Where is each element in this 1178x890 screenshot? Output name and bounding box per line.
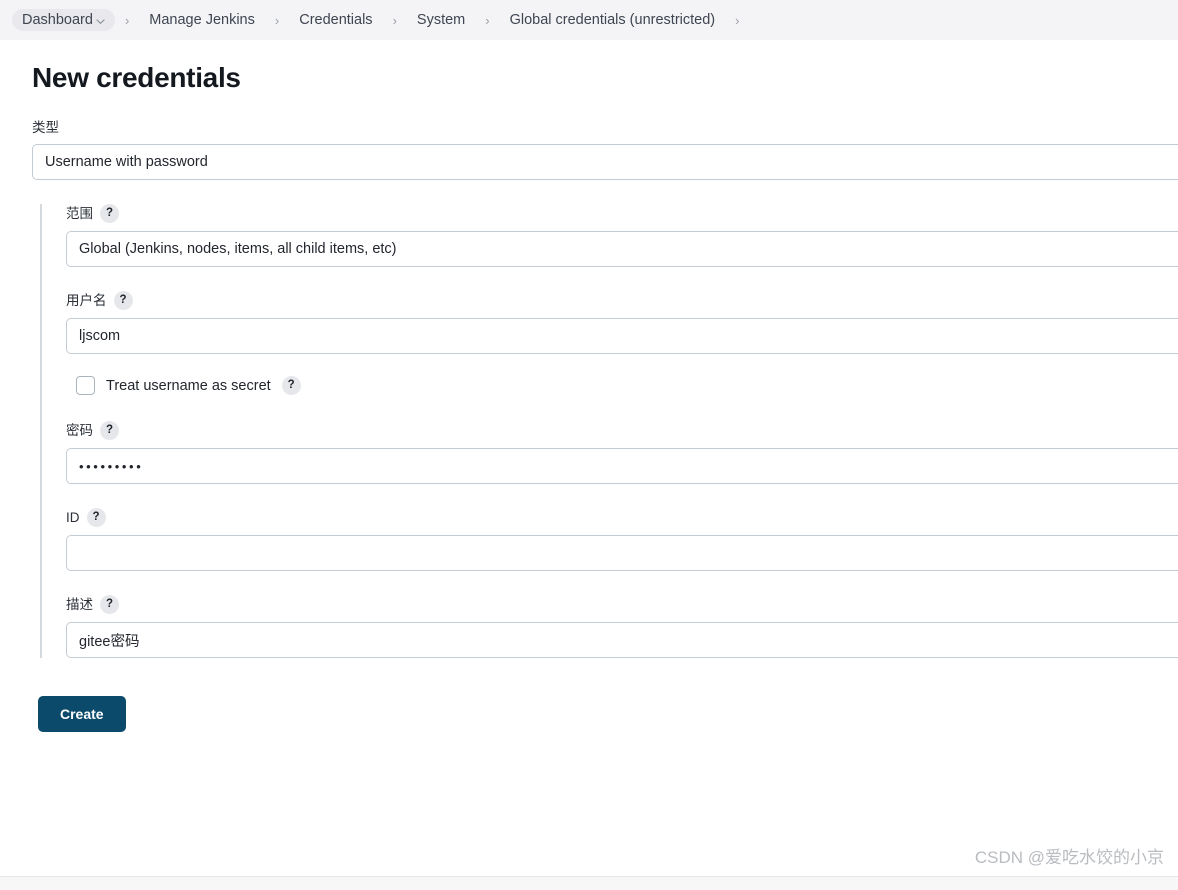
- page-title: New credentials: [32, 62, 241, 93]
- breadcrumb-item-label: Credentials: [299, 11, 373, 28]
- form-actions: Create: [38, 696, 1178, 733]
- password-input[interactable]: •••••••••: [66, 448, 1178, 485]
- breadcrumb-separator-icon: ›: [485, 12, 490, 28]
- help-icon[interactable]: ?: [86, 508, 106, 528]
- treat-username-as-secret-checkbox[interactable]: [76, 376, 95, 396]
- type-select[interactable]: [32, 144, 1178, 181]
- field-username: 用户名 ?: [66, 291, 1178, 355]
- create-button[interactable]: Create: [38, 696, 126, 733]
- field-label-id: ID ?: [66, 508, 1178, 528]
- field-password: 密码 ? •••••••••: [66, 421, 1178, 485]
- credential-details-group: 范围 ? 用户名 ? Treat username as secret ? 密码…: [40, 204, 1178, 659]
- field-label-text: 类型: [32, 120, 59, 135]
- breadcrumb-item-dashboard[interactable]: Dashboard: [12, 8, 115, 32]
- chevron-down-icon[interactable]: [96, 17, 105, 26]
- help-icon[interactable]: ?: [281, 376, 301, 396]
- field-label-text: 范围: [66, 205, 93, 221]
- breadcrumb-item-global-credentials[interactable]: Global credentials (unrestricted): [500, 9, 726, 32]
- password-masked-value: •••••••••: [79, 458, 144, 474]
- treat-username-as-secret-row[interactable]: Treat username as secret ?: [76, 376, 1178, 396]
- breadcrumb-separator-icon: ›: [124, 12, 130, 28]
- breadcrumb-separator-icon: ›: [274, 12, 280, 28]
- help-icon[interactable]: ?: [100, 421, 119, 441]
- field-label-username: 用户名 ?: [66, 291, 1178, 311]
- field-label-text: 密码: [66, 422, 93, 438]
- breadcrumb-item-system[interactable]: System: [407, 9, 475, 32]
- help-icon[interactable]: ?: [100, 204, 119, 224]
- description-input[interactable]: [66, 622, 1178, 659]
- breadcrumb-item-label: System: [416, 11, 466, 28]
- field-type: 类型: [0, 120, 1178, 181]
- footer-strip: [0, 877, 1178, 890]
- scope-select[interactable]: [66, 231, 1178, 268]
- field-label-scope: 范围 ?: [66, 204, 1178, 224]
- field-scope: 范围 ?: [66, 204, 1178, 268]
- field-description: 描述 ?: [66, 595, 1178, 659]
- breadcrumb-item-credentials[interactable]: Credentials: [289, 9, 382, 32]
- id-input[interactable]: [66, 535, 1178, 572]
- field-label-text: 描述: [66, 596, 93, 612]
- username-input[interactable]: [66, 318, 1178, 355]
- breadcrumb-separator-icon: ›: [392, 12, 397, 28]
- breadcrumb-separator-icon: ›: [735, 12, 740, 28]
- new-credentials-form: 类型 范围 ? 用户名 ? Treat username as secret ?: [0, 120, 1178, 733]
- field-label-text: 用户名: [66, 292, 107, 308]
- field-label-text: ID: [66, 509, 80, 525]
- field-label-type: 类型: [32, 120, 1178, 136]
- breadcrumb: Dashboard › Manage Jenkins › Credentials…: [0, 0, 1178, 40]
- field-label-password: 密码 ?: [66, 421, 1178, 441]
- breadcrumb-item-label: Global credentials (unrestricted): [509, 11, 716, 28]
- breadcrumb-item-label: Dashboard: [22, 11, 93, 28]
- field-id: ID ?: [66, 508, 1178, 572]
- field-label-description: 描述 ?: [66, 595, 1178, 615]
- breadcrumb-item-manage-jenkins[interactable]: Manage Jenkins: [139, 9, 265, 32]
- help-icon[interactable]: ?: [100, 595, 119, 615]
- watermark-text: CSDN @爱吃水饺的小京: [974, 848, 1164, 867]
- treat-username-as-secret-label: Treat username as secret: [106, 377, 271, 394]
- help-icon[interactable]: ?: [113, 291, 133, 311]
- breadcrumb-item-label: Manage Jenkins: [149, 11, 255, 28]
